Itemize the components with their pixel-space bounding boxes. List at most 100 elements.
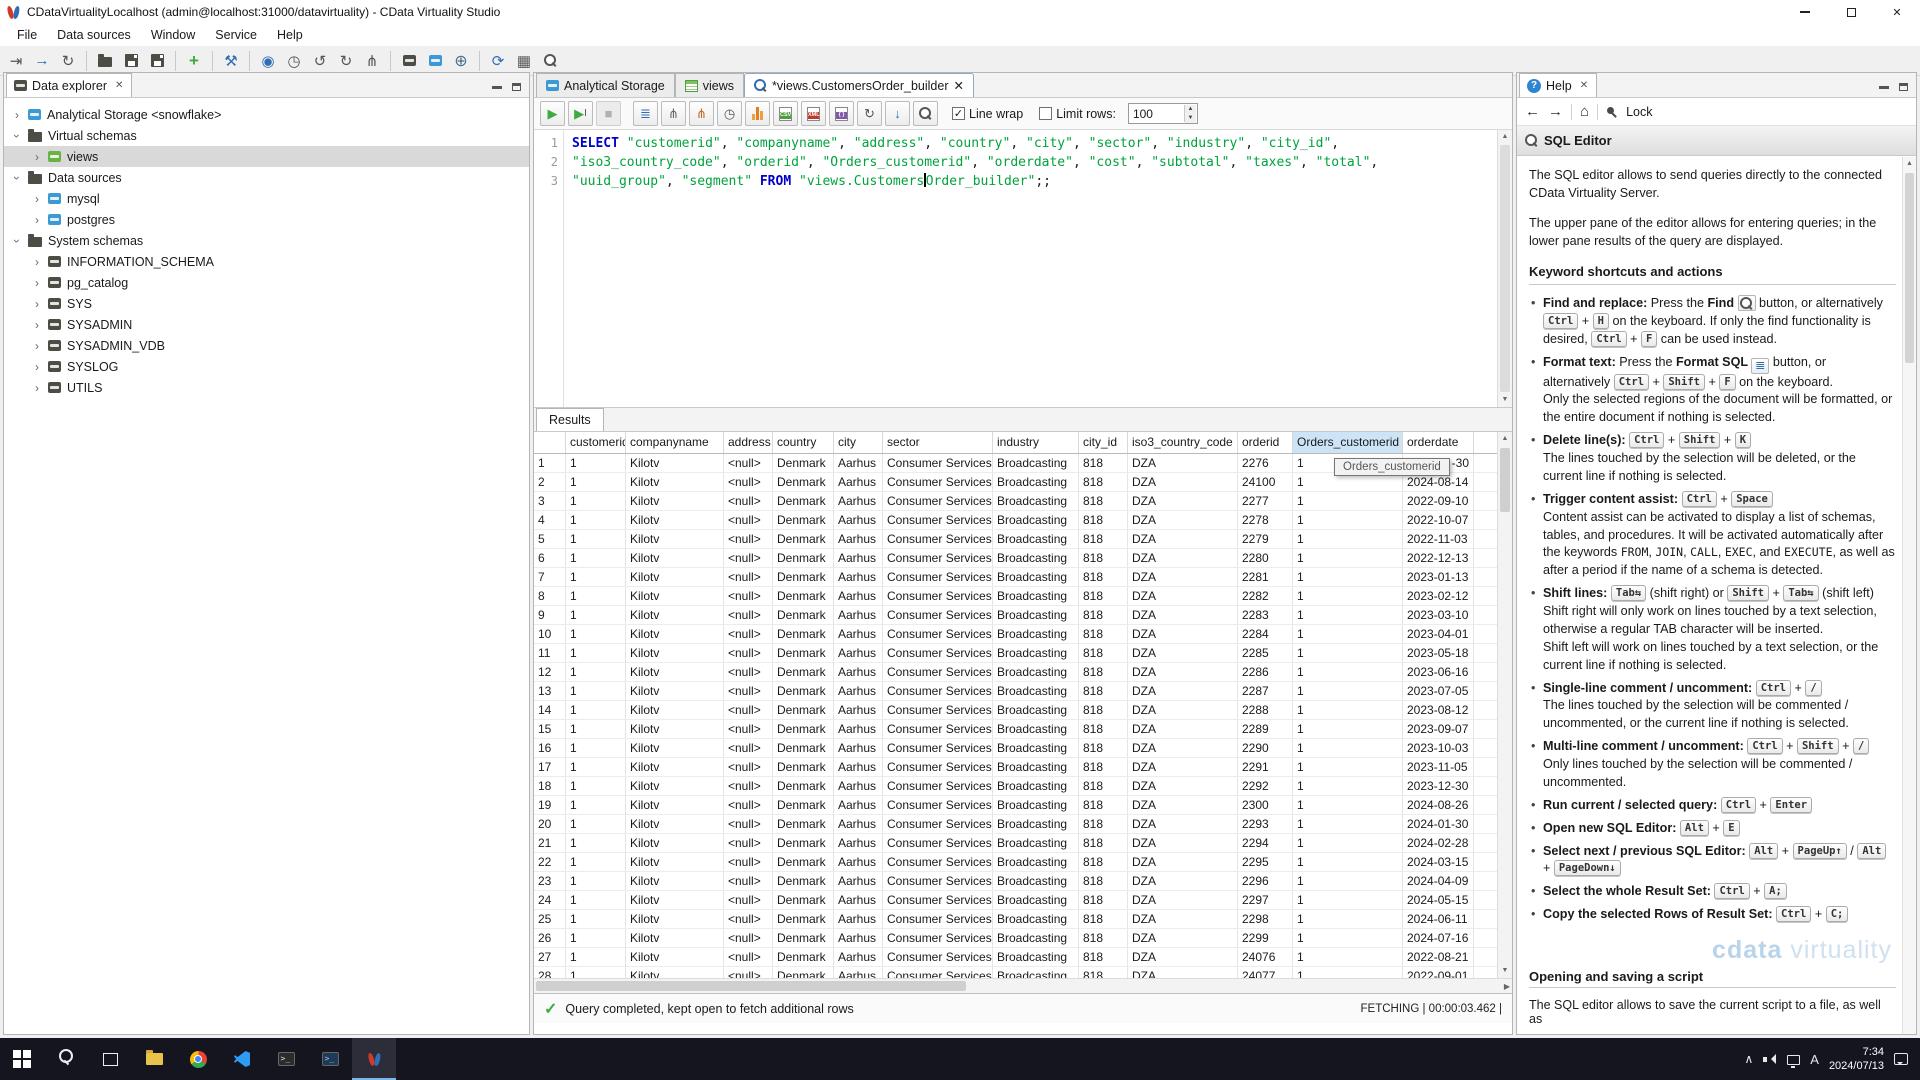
run-query-button[interactable]: ▶ <box>540 101 565 126</box>
table-cell[interactable]: 1 <box>1293 872 1403 890</box>
table-row[interactable]: 31Kilotv<null>DenmarkAarhusConsumer Serv… <box>534 492 1512 511</box>
table-cell[interactable]: Kilotv <box>626 777 724 795</box>
table-cell[interactable]: Kilotv <box>626 853 724 871</box>
table-cell[interactable]: Broadcasting <box>993 853 1079 871</box>
table-cell[interactable]: DZA <box>1128 796 1238 814</box>
table-cell[interactable]: 1 <box>566 625 626 643</box>
table-cell[interactable]: Aarhus <box>834 587 883 605</box>
table-cell[interactable]: Denmark <box>773 929 834 947</box>
menu-help[interactable]: Help <box>268 26 312 44</box>
table-cell[interactable]: Kilotv <box>626 967 724 978</box>
column-header-iso3_country_code[interactable]: iso3_country_code <box>1128 432 1238 453</box>
table-cell[interactable]: 1 <box>566 682 626 700</box>
table-cell[interactable]: Aarhus <box>834 625 883 643</box>
table-cell[interactable]: <null> <box>724 473 773 491</box>
table-cell[interactable]: 18 <box>534 777 566 795</box>
table-cell[interactable]: Broadcasting <box>993 815 1079 833</box>
table-cell[interactable]: 1 <box>1293 492 1403 510</box>
table-cell[interactable]: Kilotv <box>626 492 724 510</box>
table-cell[interactable]: <null> <box>724 644 773 662</box>
table-cell[interactable]: 2024-02-28 <box>1403 834 1474 852</box>
open-folder-icon[interactable] <box>93 49 117 73</box>
tree-item-mysql[interactable]: ›mysql <box>4 188 529 209</box>
table-cell[interactable]: 818 <box>1079 606 1128 624</box>
table-cell[interactable]: Kilotv <box>626 720 724 738</box>
table-cell[interactable]: Consumer Services <box>883 625 993 643</box>
table-cell[interactable]: <null> <box>724 663 773 681</box>
query-timing-button[interactable]: ◷ <box>717 101 742 126</box>
table-cell[interactable]: <null> <box>724 701 773 719</box>
table-cell[interactable]: Aarhus <box>834 872 883 890</box>
table-row[interactable]: 271Kilotv<null>DenmarkAarhusConsumer Ser… <box>534 948 1512 967</box>
table-cell[interactable]: Consumer Services <box>883 948 993 966</box>
table-cell[interactable]: 2023-08-12 <box>1403 701 1474 719</box>
table-cell[interactable]: <null> <box>724 929 773 947</box>
map-pin-icon[interactable]: ◉ <box>256 49 280 73</box>
table-cell[interactable]: <null> <box>724 872 773 890</box>
column-header-orderdate[interactable]: orderdate <box>1403 432 1474 453</box>
tree-item-sysadmin-vdb[interactable]: ›SYSADMIN_VDB <box>4 335 529 356</box>
table-cell[interactable]: Consumer Services <box>883 796 993 814</box>
table-cell[interactable]: 2024-08-26 <box>1403 796 1474 814</box>
line-wrap-checkbox[interactable]: ✓Line wrap <box>952 107 1023 121</box>
table-cell[interactable]: Kilotv <box>626 625 724 643</box>
table-cell[interactable]: 10 <box>534 625 566 643</box>
table-cell[interactable]: 2278 <box>1238 511 1293 529</box>
table-cell[interactable]: Kilotv <box>626 834 724 852</box>
table-cell[interactable]: DZA <box>1128 720 1238 738</box>
table-cell[interactable]: 1 <box>1293 796 1403 814</box>
table-cell[interactable]: 24076 <box>1238 948 1293 966</box>
table-cell[interactable]: Aarhus <box>834 549 883 567</box>
table-cell[interactable]: 818 <box>1079 948 1128 966</box>
table-cell[interactable]: Denmark <box>773 834 834 852</box>
table-cell[interactable]: Consumer Services <box>883 815 993 833</box>
table-cell[interactable]: 2023-12-30 <box>1403 777 1474 795</box>
table-row[interactable]: 151Kilotv<null>DenmarkAarhusConsumer Ser… <box>534 720 1512 739</box>
table-cell[interactable]: Broadcasting <box>993 682 1079 700</box>
branch-icon[interactable]: ⋔ <box>360 49 384 73</box>
chevron-right-icon[interactable]: › <box>32 255 42 269</box>
table-cell[interactable]: Broadcasting <box>993 568 1079 586</box>
table-cell[interactable]: <null> <box>724 625 773 643</box>
minimize-help-icon[interactable] <box>1879 86 1889 89</box>
table-cell[interactable]: Kilotv <box>626 815 724 833</box>
table-cell[interactable]: Denmark <box>773 644 834 662</box>
table-cell[interactable]: 1 <box>1293 948 1403 966</box>
table-cell[interactable]: <null> <box>724 910 773 928</box>
table-cell[interactable]: Consumer Services <box>883 891 993 909</box>
table-row[interactable]: 201Kilotv<null>DenmarkAarhusConsumer Ser… <box>534 815 1512 834</box>
table-cell[interactable]: 818 <box>1079 682 1128 700</box>
table-cell[interactable]: 2297 <box>1238 891 1293 909</box>
table-cell[interactable]: Aarhus <box>834 492 883 510</box>
vscode-icon[interactable] <box>220 1038 264 1080</box>
table-cell[interactable]: 1 <box>1293 663 1403 681</box>
table-cell[interactable]: Consumer Services <box>883 777 993 795</box>
editor-tab-analytical-storage[interactable]: Analytical Storage <box>536 73 675 97</box>
table-cell[interactable]: 2295 <box>1238 853 1293 871</box>
table-cell[interactable]: 818 <box>1079 473 1128 491</box>
save-as-icon[interactable] <box>145 49 169 73</box>
table-cell[interactable]: Denmark <box>773 720 834 738</box>
table-cell[interactable]: Kilotv <box>626 473 724 491</box>
tree-item-sys[interactable]: ›SYS <box>4 293 529 314</box>
table-cell[interactable]: Aarhus <box>834 948 883 966</box>
schedule-refresh-icon[interactable]: ↻ <box>334 49 358 73</box>
table-cell[interactable]: Consumer Services <box>883 701 993 719</box>
table-cell[interactable]: 818 <box>1079 853 1128 871</box>
close-tab-icon[interactable]: ✕ <box>115 80 123 91</box>
table-cell[interactable]: 1 <box>566 891 626 909</box>
table-cell[interactable]: Aarhus <box>834 758 883 776</box>
chevron-right-icon[interactable]: › <box>32 318 42 332</box>
import-icon[interactable]: ⇥ <box>4 49 28 73</box>
table-cell[interactable]: <null> <box>724 815 773 833</box>
table-cell[interactable]: Denmark <box>773 948 834 966</box>
table-cell[interactable]: 2022-11-03 <box>1403 530 1474 548</box>
network-icon[interactable] <box>1787 1055 1800 1065</box>
column-header-customerid[interactable]: customerid <box>566 432 626 453</box>
table-cell[interactable]: Denmark <box>773 587 834 605</box>
results-horizontal-scrollbar[interactable]: ▶ <box>534 978 1512 993</box>
help-scrollbar[interactable]: ▲ <box>1902 157 1916 1034</box>
table-cell[interactable]: Aarhus <box>834 511 883 529</box>
table-cell[interactable]: 2023-09-07 <box>1403 720 1474 738</box>
table-cell[interactable]: 1 <box>566 967 626 978</box>
